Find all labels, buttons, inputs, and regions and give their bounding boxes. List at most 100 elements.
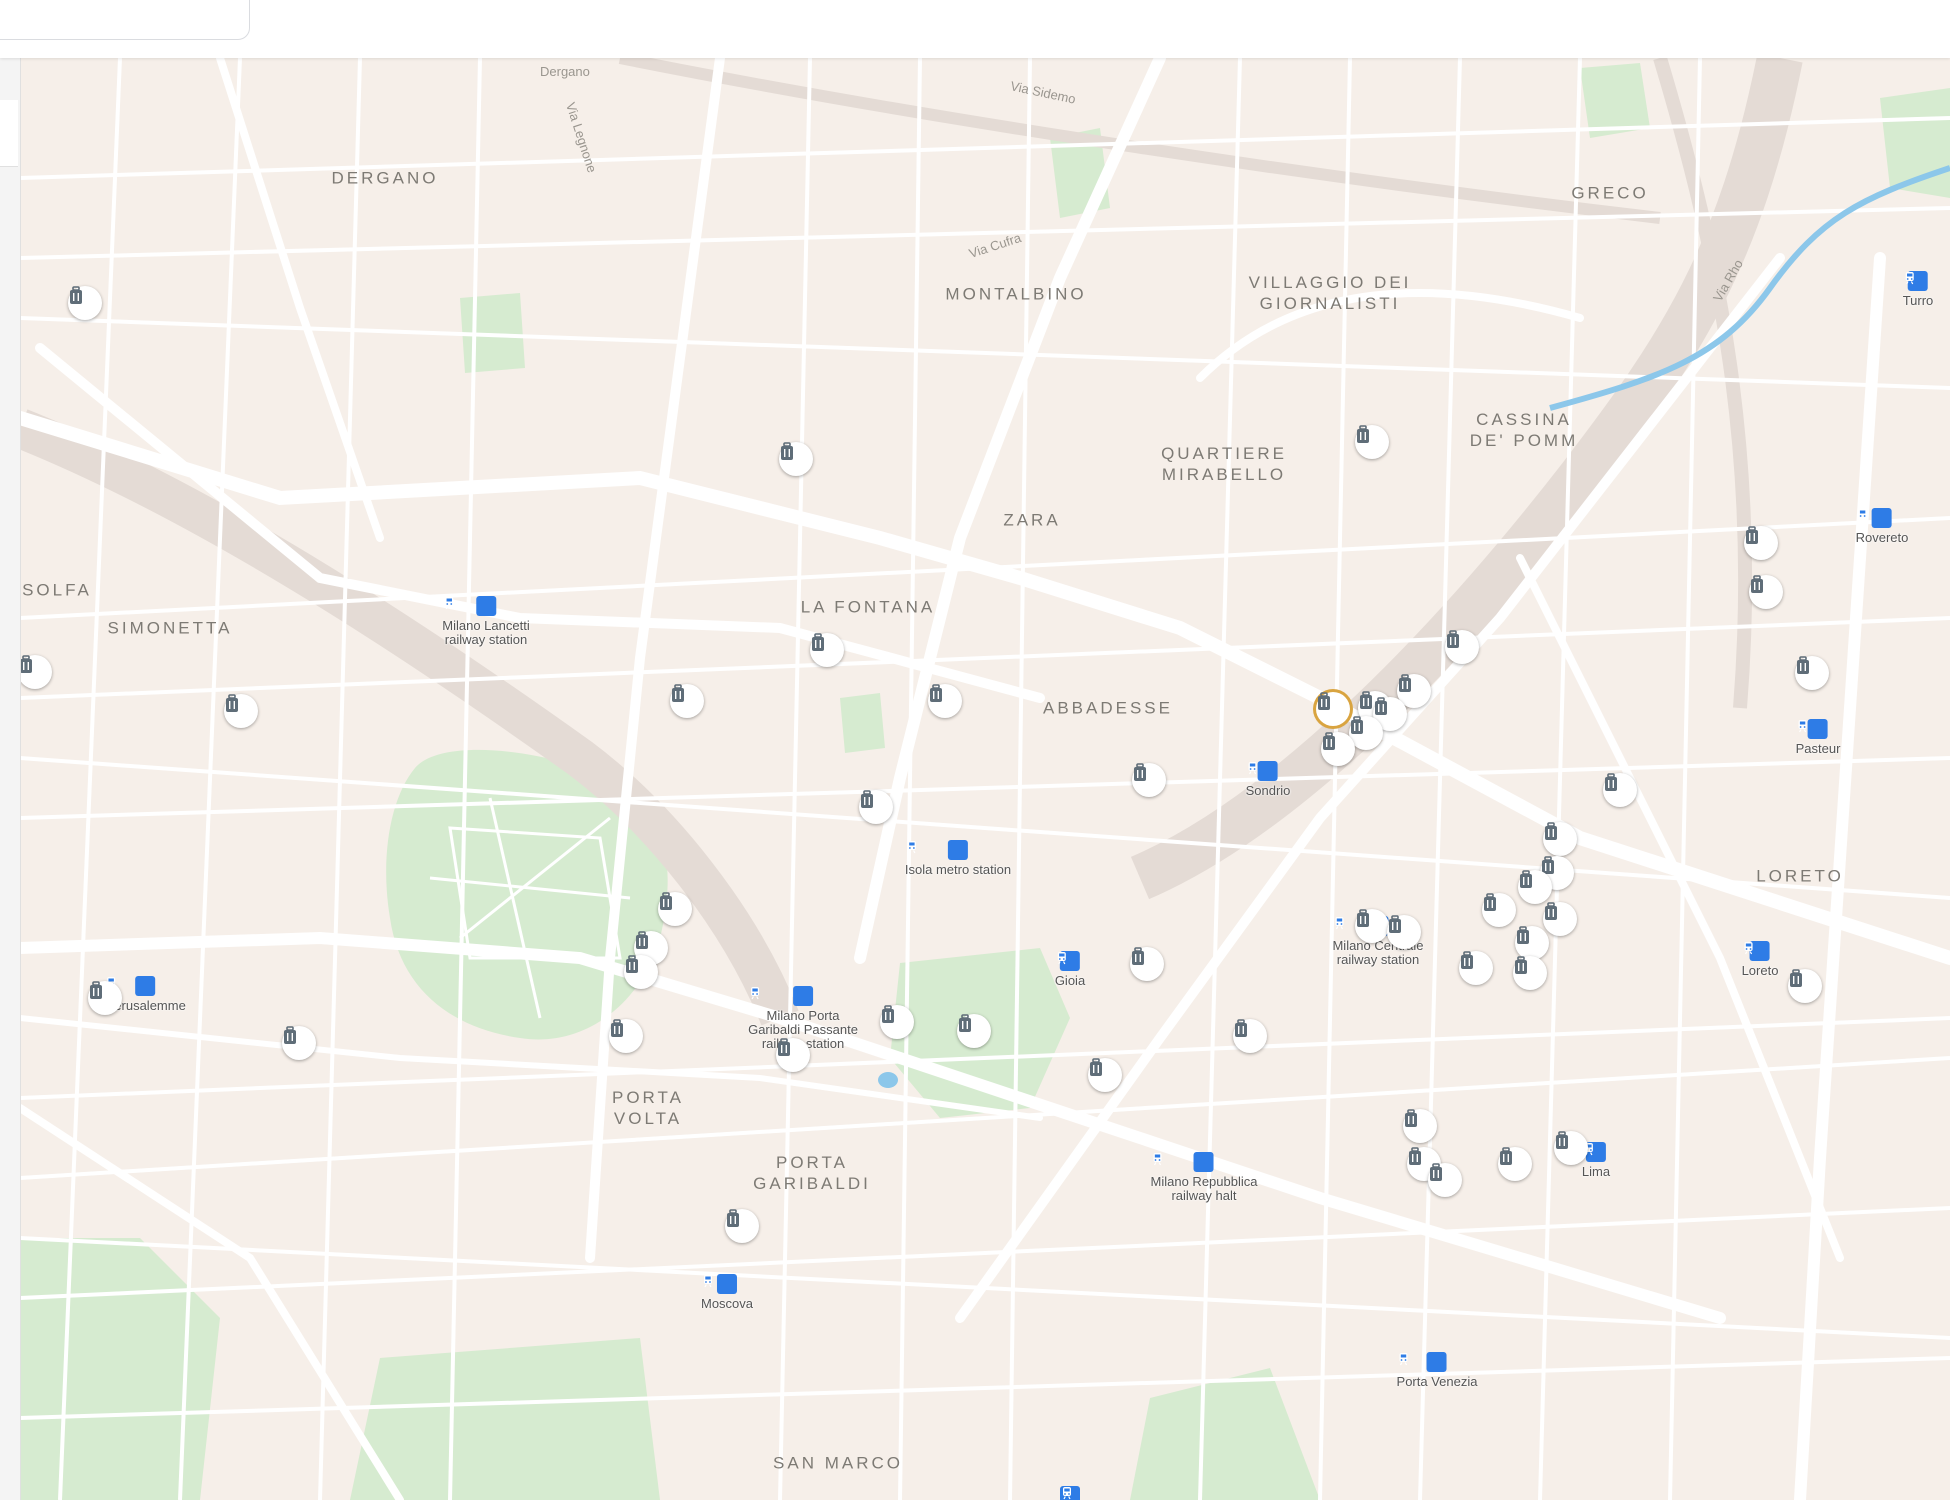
- luggage-storage-marker[interactable]: [1482, 893, 1516, 927]
- luggage-storage-marker[interactable]: [68, 286, 102, 320]
- train-station-icon: [907, 840, 968, 860]
- luggage-storage-marker[interactable]: [1518, 870, 1552, 904]
- luggage-storage-marker[interactable]: [779, 442, 813, 476]
- luggage-storage-marker[interactable]: [1445, 630, 1479, 664]
- luggage-storage-marker[interactable]: [1749, 575, 1783, 609]
- luggage-storage-marker[interactable]: [880, 1005, 914, 1039]
- station-lancetti[interactable]: Milano Lancetti railway station: [442, 596, 530, 647]
- station-label: Rovereto: [1855, 530, 1909, 545]
- station-label: Pasteur: [1795, 741, 1841, 756]
- map-canvas[interactable]: DERGANO GRECO MONTALBINO VILLAGGIO DEI GIOR…: [20, 58, 1950, 1500]
- station-porta_venezia[interactable]: Porta Venezia: [1396, 1352, 1478, 1389]
- station-sondrio[interactable]: Sondrio: [1245, 761, 1291, 798]
- luggage-storage-marker[interactable]: [88, 981, 122, 1015]
- district-label-loreto: LORETO: [1756, 866, 1844, 886]
- luggage-storage-marker[interactable]: [928, 684, 962, 718]
- station-loreto_st[interactable]: Loreto: [1741, 941, 1779, 978]
- street-label-dergano_st: Dergano: [540, 64, 590, 79]
- train-station-icon: [445, 596, 496, 616]
- luggage-storage-marker[interactable]: [1603, 773, 1637, 807]
- search-box[interactable]: [0, 0, 250, 40]
- station-isola[interactable]: Isola metro station: [905, 840, 1011, 877]
- station-repubblica[interactable]: Milano Repubblica railway halt: [1150, 1152, 1258, 1203]
- train-station-icon: [1153, 1152, 1214, 1172]
- station-pasteur[interactable]: Pasteur: [1795, 719, 1841, 756]
- pond: [878, 1072, 898, 1088]
- luggage-storage-marker[interactable]: [1498, 1147, 1532, 1181]
- luggage-storage-marker[interactable]: [1355, 909, 1389, 943]
- district-label-cassina: CASSINA DE' POMM: [1469, 410, 1579, 450]
- station-moscova[interactable]: Moscova: [701, 1274, 753, 1311]
- district-label-fontana: LA FONTANA: [800, 597, 936, 617]
- luggage-storage-marker[interactable]: [609, 1019, 643, 1053]
- luggage-storage-marker-selected[interactable]: [1316, 692, 1350, 726]
- station-rovereto[interactable]: Rovereto: [1855, 508, 1909, 545]
- station-turro[interactable]: Turro: [1902, 271, 1934, 308]
- luggage-storage-marker[interactable]: [282, 1026, 316, 1060]
- district-label-san_marco: SAN MARCO: [773, 1453, 903, 1473]
- train-station-icon: [1584, 1142, 1606, 1162]
- district-label-solfa: SOLFA: [22, 580, 92, 600]
- luggage-storage-marker[interactable]: [1403, 1109, 1437, 1143]
- district-label-zara: ZARA: [1003, 510, 1061, 530]
- luggage-storage-marker[interactable]: [1788, 969, 1822, 1003]
- luggage-storage-marker[interactable]: [1543, 822, 1577, 856]
- train-station-icon: [107, 976, 155, 996]
- basemap: [20, 58, 1950, 1500]
- station-label: Moscova: [700, 1296, 754, 1311]
- luggage-storage-marker[interactable]: [1515, 926, 1549, 960]
- district-label-porta_garibaldi: PORTA GARIBALDI: [753, 1153, 871, 1193]
- district-label-mirabello: QUARTIERE MIRABELLO: [1161, 444, 1287, 484]
- train-station-icon: [1744, 941, 1770, 961]
- district-label-porta_volta: PORTA VOLTA: [612, 1088, 684, 1128]
- luggage-storage-marker[interactable]: [1744, 526, 1778, 560]
- train-station-icon: [1057, 951, 1080, 971]
- luggage-storage-marker[interactable]: [1233, 1019, 1267, 1053]
- luggage-storage-marker[interactable]: [1132, 763, 1166, 797]
- station-label: Sondrio: [1245, 783, 1291, 798]
- station-bottom[interactable]: [1060, 1486, 1080, 1500]
- side-panel-collapsed[interactable]: [0, 58, 21, 1500]
- station-label: Milano Lancetti railway station: [442, 618, 530, 647]
- luggage-storage-marker[interactable]: [1554, 1131, 1588, 1165]
- train-station-icon: [1399, 1352, 1447, 1372]
- station-label: Milano Repubblica railway halt: [1150, 1174, 1258, 1203]
- train-station-icon: [1905, 271, 1928, 291]
- station-label: Gioia: [1054, 973, 1086, 988]
- luggage-storage-marker[interactable]: [658, 892, 692, 926]
- train-station-icon: [1248, 761, 1278, 781]
- district-label-greco: GRECO: [1571, 183, 1649, 203]
- district-label-montalbino: MONTALBINO: [945, 284, 1087, 304]
- luggage-storage-marker[interactable]: [1321, 732, 1355, 766]
- station-label: Loreto: [1741, 963, 1779, 978]
- luggage-storage-marker[interactable]: [859, 790, 893, 824]
- luggage-storage-marker[interactable]: [224, 694, 258, 728]
- luggage-storage-marker[interactable]: [1543, 902, 1577, 936]
- luggage-storage-marker[interactable]: [1428, 1163, 1462, 1197]
- luggage-storage-marker[interactable]: [1459, 951, 1493, 985]
- luggage-storage-marker[interactable]: [725, 1209, 759, 1243]
- luggage-storage-marker[interactable]: [670, 684, 704, 718]
- luggage-storage-marker[interactable]: [1130, 947, 1164, 981]
- train-station-icon: [703, 1274, 737, 1294]
- luggage-storage-marker[interactable]: [810, 633, 844, 667]
- top-bar: [0, 0, 1950, 58]
- train-station-icon: [1060, 1486, 1080, 1500]
- station-label: Porta Venezia: [1396, 1374, 1478, 1389]
- luggage-storage-marker[interactable]: [624, 955, 658, 989]
- luggage-storage-marker[interactable]: [776, 1038, 810, 1072]
- train-station-icon: [751, 986, 813, 1006]
- station-gioia[interactable]: Gioia: [1055, 951, 1085, 988]
- train-station-icon: [1798, 719, 1828, 739]
- luggage-storage-marker[interactable]: [1088, 1058, 1122, 1092]
- district-label-dergano: DERGANO: [331, 168, 439, 188]
- luggage-storage-marker[interactable]: [1513, 956, 1547, 990]
- luggage-storage-marker[interactable]: [1387, 915, 1421, 949]
- luggage-storage-marker[interactable]: [957, 1014, 991, 1048]
- train-station-icon: [1858, 508, 1892, 528]
- luggage-storage-marker[interactable]: [1795, 656, 1829, 690]
- luggage-storage-marker[interactable]: [1355, 425, 1389, 459]
- station-label: Isola metro station: [904, 862, 1012, 877]
- station-label: Turro: [1902, 293, 1934, 308]
- side-panel-tab[interactable]: [0, 100, 18, 167]
